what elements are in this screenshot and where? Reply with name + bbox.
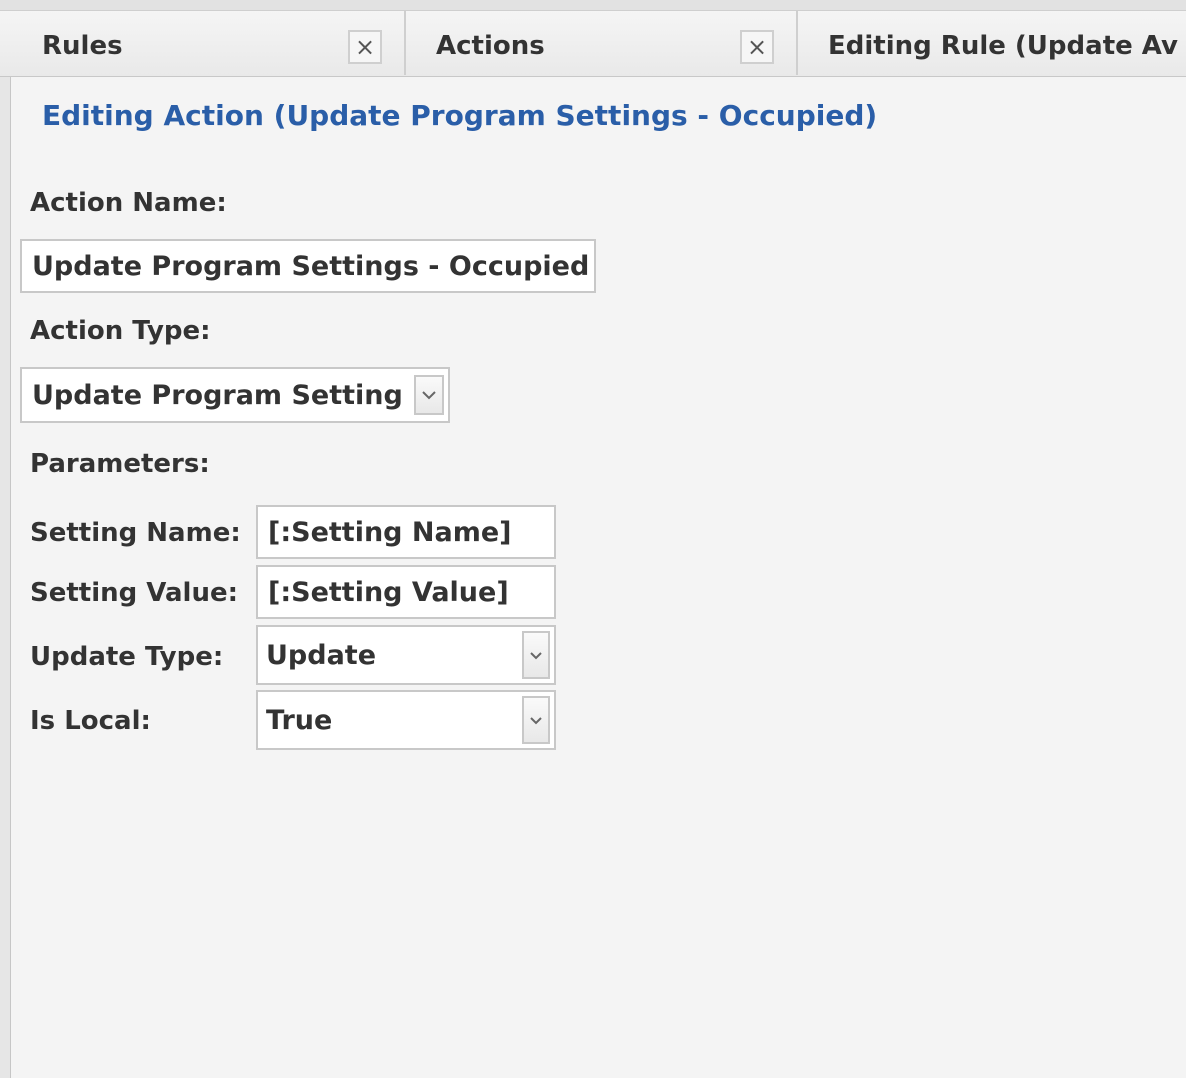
- action-type-label: Action Type:: [30, 316, 211, 346]
- tab-bar-top-border: [0, 0, 1186, 11]
- update-type-label: Update Type:: [30, 642, 224, 672]
- chevron-down-icon[interactable]: [522, 696, 550, 744]
- is-local-value: True: [266, 704, 333, 736]
- tab-rules[interactable]: Rules ×: [12, 11, 406, 75]
- action-name-field[interactable]: Update Program Settings - Occupied: [20, 239, 596, 293]
- setting-value-label: Setting Value:: [30, 578, 238, 608]
- tab-editing-rule-label: Editing Rule (Update Av: [828, 31, 1178, 61]
- tab-actions-label: Actions: [436, 31, 545, 61]
- tab-actions[interactable]: Actions ×: [406, 11, 798, 75]
- action-editor-panel: Action Name: Update Program Settings - O…: [10, 152, 1186, 1078]
- is-local-select[interactable]: True: [256, 690, 556, 750]
- chevron-down-icon[interactable]: [414, 375, 444, 415]
- is-local-label: Is Local:: [30, 706, 151, 736]
- tab-rules-label: Rules: [42, 31, 123, 61]
- update-type-select[interactable]: Update: [256, 625, 556, 685]
- setting-value-field[interactable]: [:Setting Value]: [256, 565, 556, 619]
- chevron-down-icon[interactable]: [522, 631, 550, 679]
- update-type-value: Update: [266, 639, 377, 671]
- tab-bar: Rules × Actions × Editing Rule (Update A…: [0, 0, 1186, 77]
- tab-editing-action-label: Editing Action (Update Program Settings …: [42, 99, 878, 132]
- action-type-value: Update Program Setting: [32, 379, 403, 411]
- tab-editing-action[interactable]: Editing Action (Update Program Settings …: [10, 77, 877, 151]
- action-type-select[interactable]: Update Program Setting: [20, 367, 450, 423]
- setting-name-label: Setting Name:: [30, 518, 241, 548]
- parameters-label: Parameters:: [30, 449, 210, 479]
- action-name-label: Action Name:: [30, 188, 227, 218]
- setting-name-field[interactable]: [:Setting Name]: [256, 505, 556, 559]
- close-icon[interactable]: ×: [740, 30, 774, 64]
- close-icon[interactable]: ×: [348, 30, 382, 64]
- tab-editing-rule[interactable]: Editing Rule (Update Av: [798, 11, 1186, 75]
